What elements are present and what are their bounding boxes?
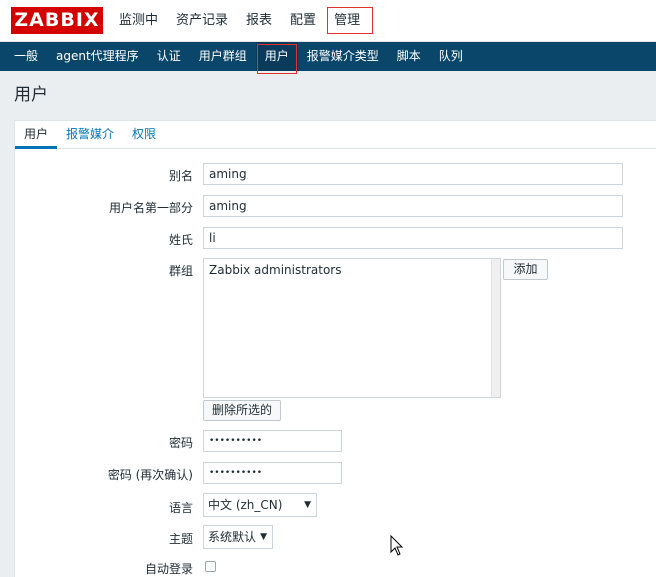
top-nav-monitoring[interactable]: 监测中 — [110, 0, 167, 42]
password-label: 密码 — [168, 436, 193, 450]
top-nav-inventory[interactable]: 资产记录 — [167, 0, 237, 42]
sub-nav-scripts[interactable]: 脚本 — [388, 42, 430, 71]
theme-label: 主题 — [168, 532, 193, 546]
sub-nav-user-groups[interactable]: 用户群组 — [190, 42, 256, 71]
mouse-cursor-icon — [390, 535, 404, 556]
language-select[interactable]: 中文 (zh_CN) ▼ — [203, 493, 317, 517]
language-value: 中文 (zh_CN) — [208, 498, 283, 512]
dropdown-arrow-icon: ▼ — [304, 500, 311, 510]
dropdown-arrow-icon: ▼ — [260, 532, 267, 542]
sub-nav: 一般 agent代理程序 认证 用户群组 用户 报警媒介类型 脚本 队列 — [0, 42, 656, 74]
surname-field[interactable]: li — [203, 227, 623, 249]
password-confirm-field[interactable]: •••••••••• — [203, 462, 342, 484]
listbox-scrollbar[interactable] — [491, 259, 500, 397]
user-form-panel: 用户 报警媒介 权限 别名 aming 用户名第一部分 aming 姓氏 li … — [14, 120, 656, 577]
highlight-box — [327, 7, 374, 34]
top-nav-configuration[interactable]: 配置 — [281, 0, 325, 42]
autologin-label: 自动登录 — [144, 562, 193, 576]
top-nav: 监测中 资产记录 报表 配置 管理 — [110, 0, 374, 42]
top-nav-reports[interactable]: 报表 — [237, 0, 281, 42]
tab-user[interactable]: 用户 — [15, 121, 58, 149]
alias-field[interactable]: aming — [203, 163, 623, 185]
alias-label: 别名 — [168, 169, 193, 183]
name-field[interactable]: aming — [203, 195, 623, 217]
surname-label: 姓氏 — [168, 233, 193, 247]
top-nav-administration[interactable]: 管理 — [325, 0, 374, 42]
page-title: 用户 — [14, 85, 48, 105]
sub-nav-queue[interactable]: 队列 — [430, 42, 472, 71]
language-label: 语言 — [168, 501, 193, 515]
groups-label: 群组 — [168, 264, 193, 278]
sub-nav-general[interactable]: 一般 — [5, 42, 47, 71]
sub-nav-authentication[interactable]: 认证 — [148, 42, 190, 71]
remove-selected-button[interactable]: 删除所选的 — [203, 400, 281, 421]
zabbix-logo[interactable]: ZABBIX — [11, 7, 103, 34]
theme-select[interactable]: 系统默认 ▼ — [203, 525, 273, 549]
form-tabs: 用户 报警媒介 权限 — [15, 121, 656, 149]
sub-nav-users[interactable]: 用户 — [255, 42, 298, 74]
highlight-box — [256, 44, 297, 74]
groups-listbox[interactable]: Zabbix administrators — [203, 258, 501, 398]
sub-nav-proxies[interactable]: agent代理程序 — [47, 42, 148, 71]
autologin-checkbox[interactable] — [205, 561, 216, 572]
top-header: ZABBIX 监测中 资产记录 报表 配置 管理 — [0, 0, 656, 42]
add-group-button[interactable]: 添加 — [503, 259, 548, 280]
name-label: 用户名第一部分 — [108, 201, 193, 215]
tab-media[interactable]: 报警媒介 — [57, 121, 123, 149]
password-confirm-label: 密码 (再次确认) — [107, 468, 193, 482]
password-field[interactable]: •••••••••• — [203, 430, 342, 452]
sub-nav-media-types[interactable]: 报警媒介类型 — [298, 42, 388, 71]
groups-list-item[interactable]: Zabbix administrators — [209, 263, 341, 277]
tab-permissions[interactable]: 权限 — [123, 121, 165, 149]
theme-value: 系统默认 — [208, 530, 257, 544]
